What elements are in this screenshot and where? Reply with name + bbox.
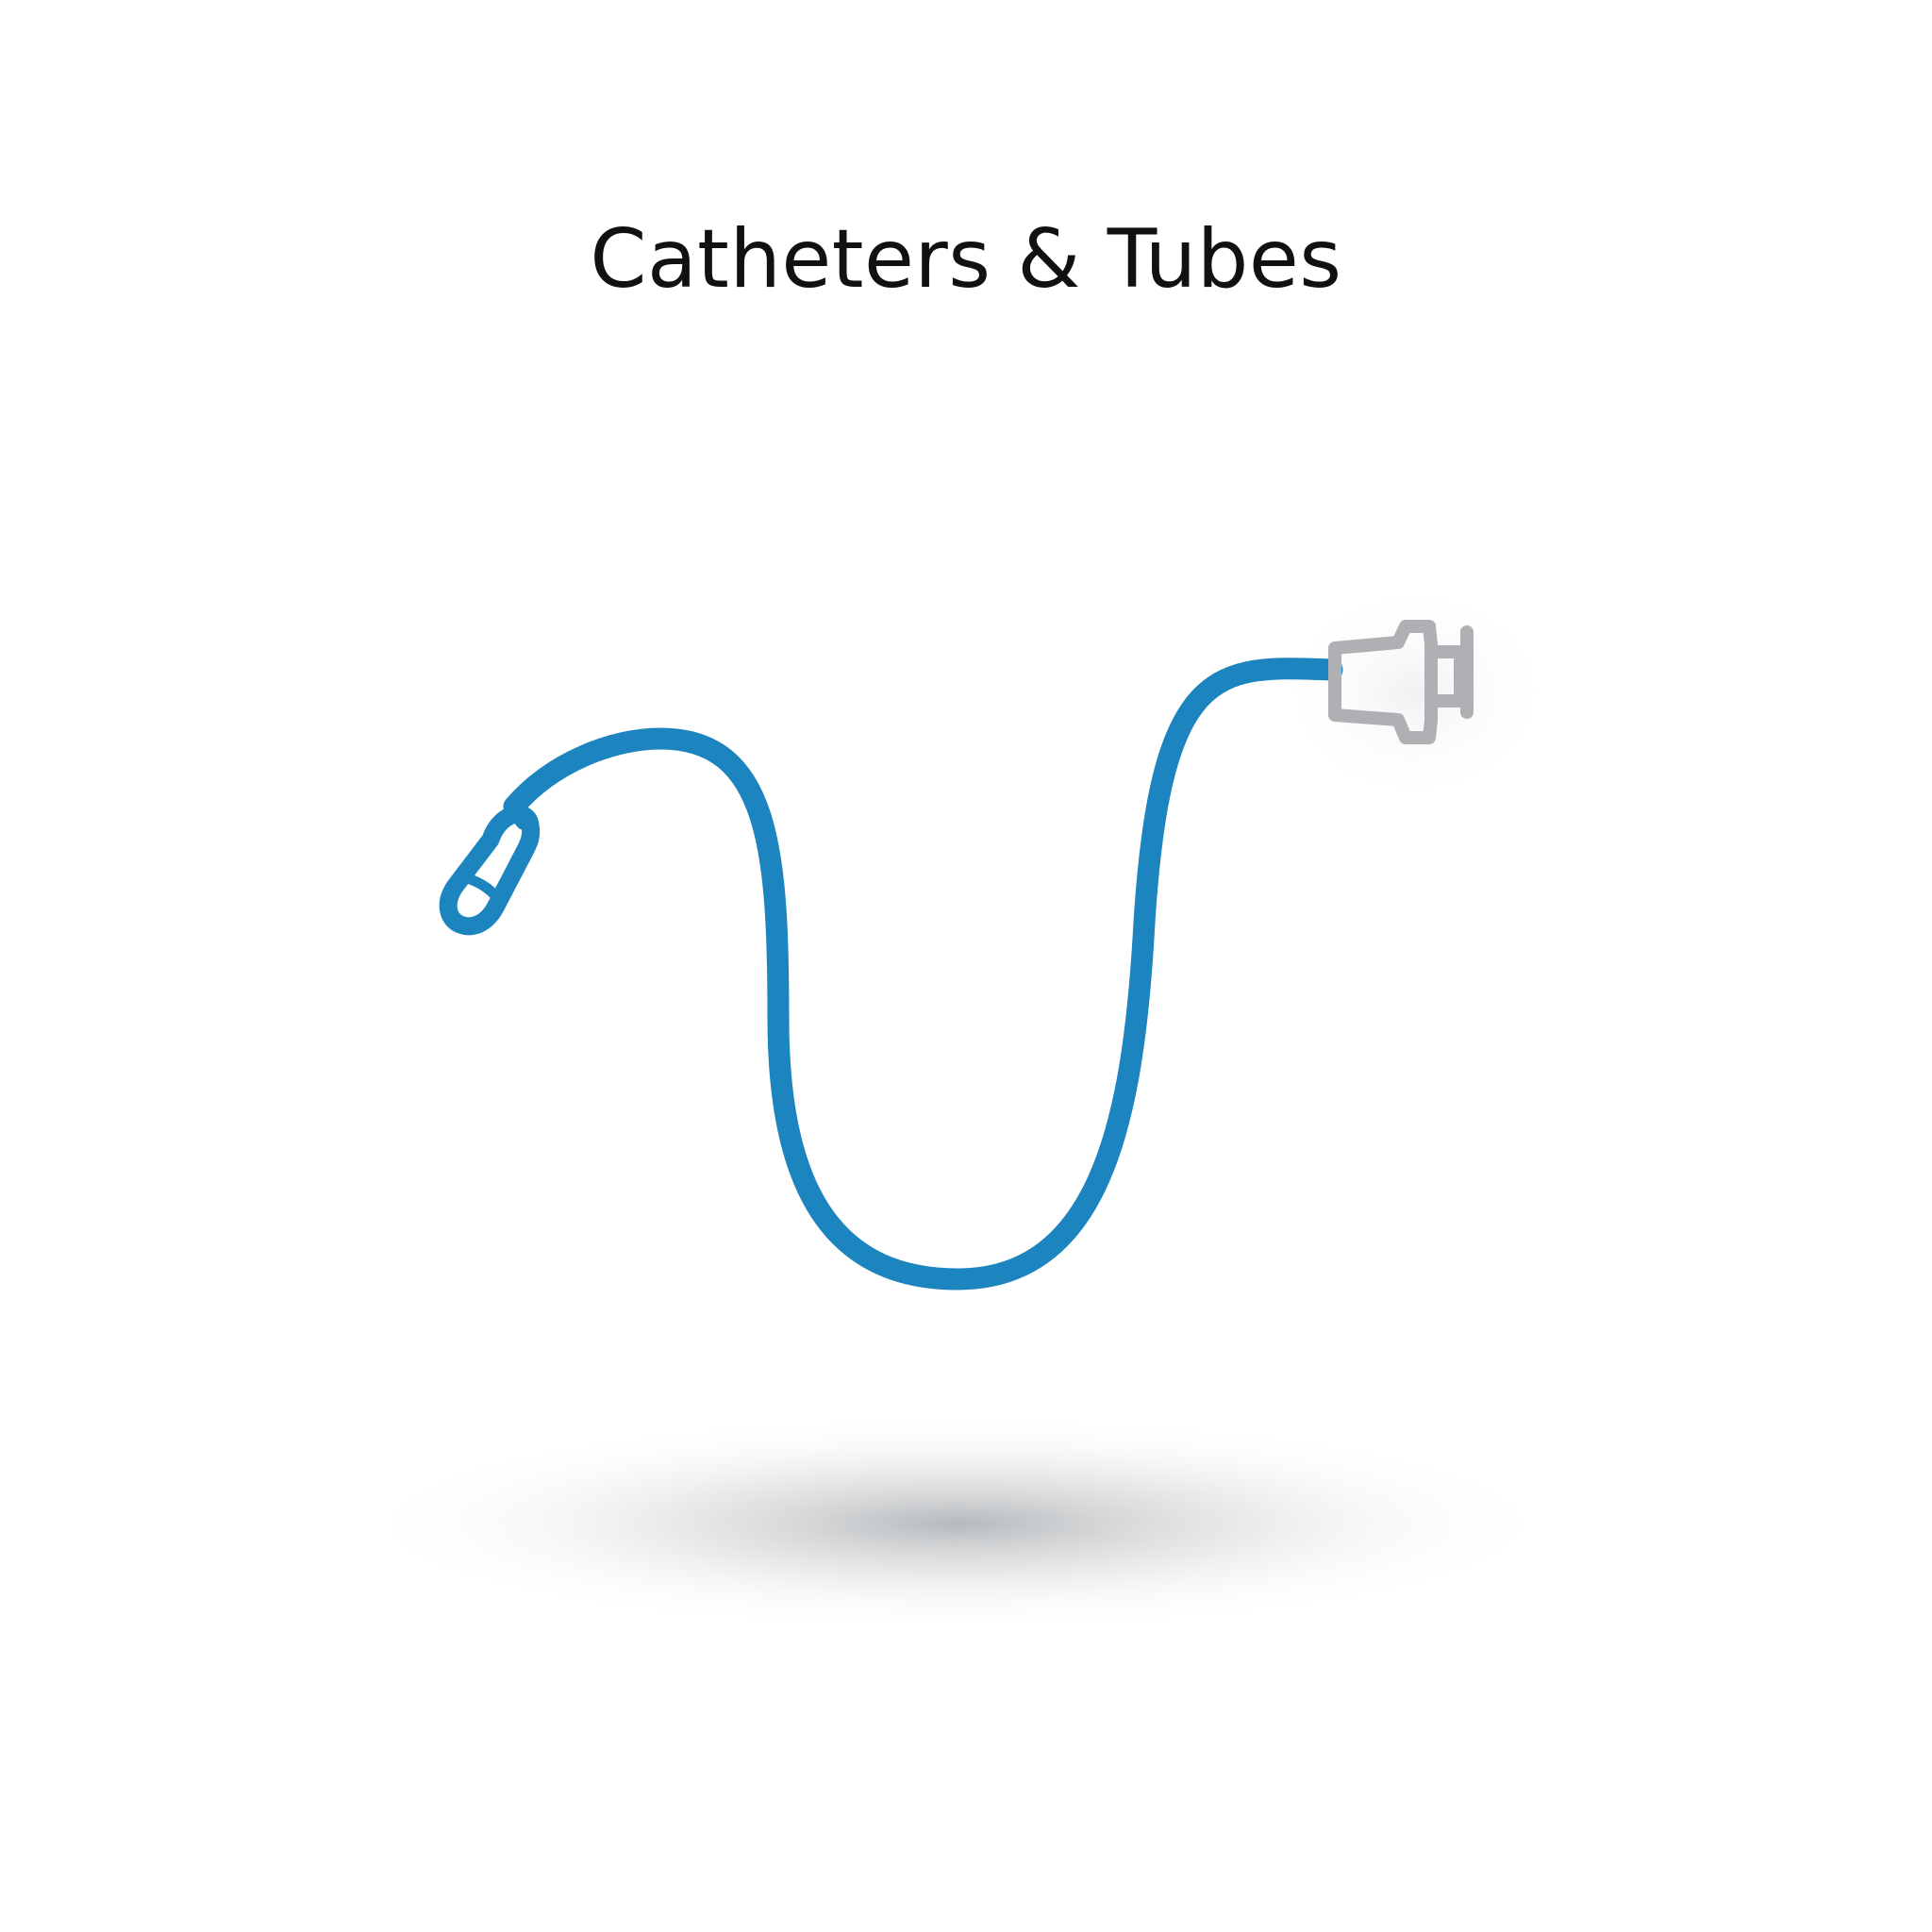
floor-shadow [353,1415,1560,1632]
canvas: Catheters & Tubes [0,0,1932,1932]
connector-glow [1274,580,1557,807]
catheter-tip-icon [439,797,541,936]
tube [503,658,1343,1291]
catheter-tube-icon [353,580,1560,1632]
